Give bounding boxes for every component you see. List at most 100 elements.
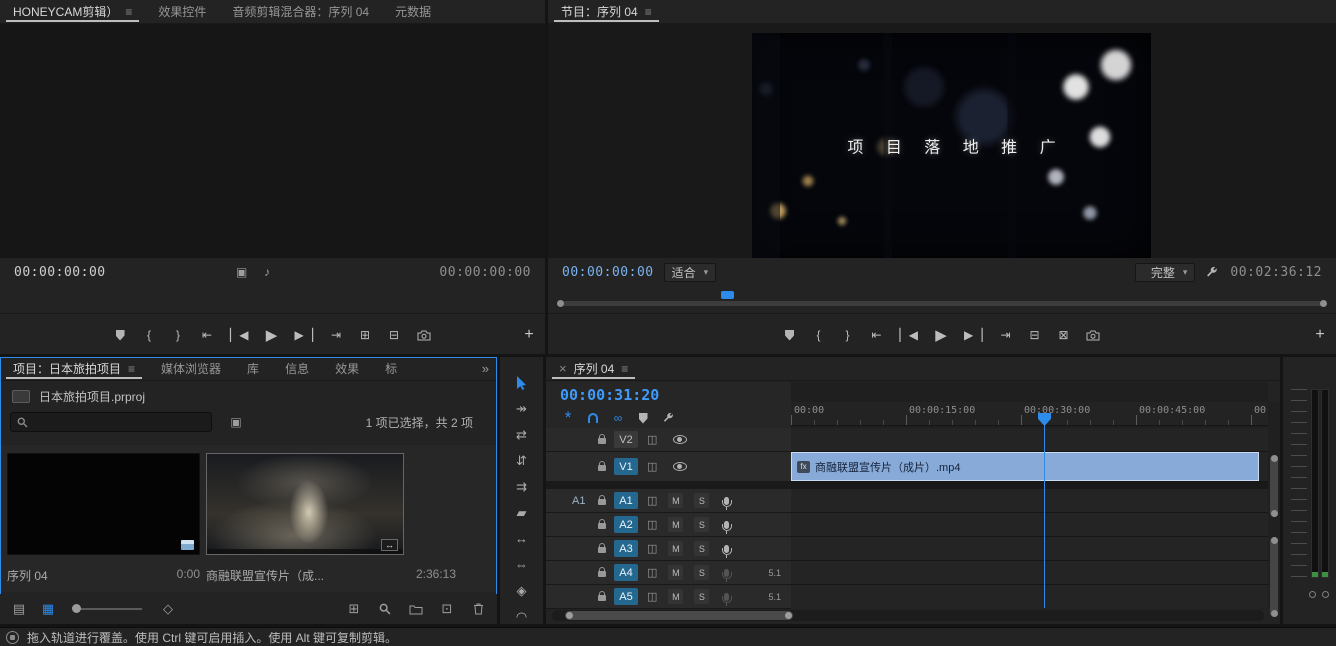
solo-button[interactable]: S	[694, 517, 709, 532]
timeline-vertical-scrollbar[interactable]	[1268, 402, 1280, 608]
new-bin-button[interactable]	[409, 604, 423, 615]
project-item-grid[interactable]: 序列 04 0:00 ↔ 商融联盟宣传片（成... 2:36:13	[1, 445, 496, 592]
eye-icon[interactable]	[673, 435, 687, 444]
lane-v1[interactable]: fx 商融联盟宣传片（成片）.mp4	[791, 452, 1268, 482]
track-header-a5[interactable]: A5 ◫ M S 5.1	[546, 585, 791, 609]
new-item-button[interactable]: ⊡	[440, 601, 454, 617]
tab-libraries[interactable]: 库	[234, 357, 272, 380]
delete-button[interactable]	[471, 603, 485, 615]
slide-tool[interactable]: ⇔	[511, 557, 533, 572]
audio-scrollbar-thumb[interactable]	[1270, 537, 1278, 617]
step-back-button[interactable]: ▏◀	[900, 325, 918, 345]
overwrite-button[interactable]: ⊟	[388, 325, 400, 345]
lane-a1[interactable]	[791, 489, 1268, 513]
video-scrollbar-thumb[interactable]	[1270, 455, 1278, 517]
step-forward-button[interactable]: ▶▕	[295, 325, 313, 345]
tab-media-browser[interactable]: 媒体浏览器	[148, 357, 234, 380]
program-zoom-scrollbar[interactable]	[560, 301, 1324, 306]
sync-lock-icon[interactable]: ◫	[647, 566, 657, 579]
mark-out-button[interactable]: }	[172, 325, 184, 345]
button-editor-button[interactable]: +	[523, 325, 535, 345]
mute-button[interactable]: M	[668, 565, 683, 580]
slip-tool[interactable]: ↔	[511, 531, 533, 546]
track-target-a2[interactable]: A2	[614, 516, 638, 533]
close-icon[interactable]: ×	[559, 361, 567, 376]
panel-menu-icon[interactable]: ≡	[621, 362, 628, 376]
lock-icon[interactable]	[598, 499, 606, 505]
pen-tool[interactable]: ◈	[511, 583, 533, 598]
project-file-row[interactable]: 日本旅拍项目.prproj	[0, 381, 497, 408]
tab-audio-clip-mixer[interactable]: 音频剪辑混合器：序列 04	[219, 0, 382, 23]
step-back-button[interactable]: ▏◀	[230, 325, 248, 345]
snap-button[interactable]	[587, 413, 599, 423]
track-target-a1[interactable]: A1	[614, 492, 638, 509]
razor-tool[interactable]: ▰	[511, 505, 533, 520]
panel-menu-icon[interactable]: ≡	[128, 362, 135, 376]
eye-icon[interactable]	[673, 462, 687, 471]
solo-button[interactable]: S	[694, 493, 709, 508]
track-header-v1[interactable]: V1 ◫	[546, 452, 791, 482]
freeform-view-button[interactable]: ◇	[161, 601, 175, 617]
scrollbar-handle-right[interactable]	[1320, 300, 1327, 307]
track-target-a4[interactable]: A4	[614, 564, 638, 581]
timeline-horizontal-scrollbar[interactable]	[552, 610, 1264, 621]
timeline-clip[interactable]: fx 商融联盟宣传片（成片）.mp4	[791, 452, 1259, 481]
lock-icon[interactable]	[598, 523, 606, 529]
list-view-button[interactable]: ▤	[12, 601, 26, 617]
lock-icon[interactable]	[598, 595, 606, 601]
insert-button[interactable]: ⊞	[359, 325, 371, 345]
mute-button[interactable]: M	[668, 541, 683, 556]
track-target-a3[interactable]: A3	[614, 540, 638, 557]
lane-v2[interactable]	[791, 428, 1268, 452]
track-target-v2[interactable]: V2	[614, 431, 638, 448]
tab-program-sequence[interactable]: 节目：序列 04 ≡	[548, 0, 665, 23]
sync-lock-icon[interactable]: ◫	[647, 433, 657, 446]
rolling-edit-tool[interactable]: ⇵	[511, 453, 533, 468]
drag-video-icon[interactable]: ▣	[236, 265, 247, 279]
add-marker-button[interactable]	[114, 325, 126, 345]
drag-audio-icon[interactable]: ♪	[264, 265, 270, 279]
go-to-in-button[interactable]: ⇤	[201, 325, 213, 345]
mute-button[interactable]: M	[668, 493, 683, 508]
track-header-v2[interactable]: V2 ◫	[546, 428, 791, 452]
lock-icon[interactable]	[598, 547, 606, 553]
voiceover-record-icon[interactable]	[724, 521, 729, 529]
tab-source-clip[interactable]: HONEYCAM剪辑） ≡	[0, 0, 145, 23]
tab-timeline-sequence[interactable]: × 序列 04 ≡	[546, 357, 641, 380]
mark-out-button[interactable]: }	[842, 325, 854, 345]
scrollbar-thumb[interactable]	[565, 611, 793, 620]
tab-info[interactable]: 信息	[272, 357, 322, 380]
program-playhead-marker[interactable]	[721, 291, 734, 299]
step-forward-button[interactable]: ▶▕	[964, 325, 982, 345]
export-frame-button[interactable]	[1086, 325, 1100, 345]
icon-view-button[interactable]: ▦	[41, 601, 55, 617]
program-mini-timeline[interactable]	[560, 290, 1324, 308]
lock-icon[interactable]	[598, 465, 606, 471]
project-item-clip[interactable]: ↔ 商融联盟宣传片（成... 2:36:13	[206, 453, 456, 584]
zoom-level-select[interactable]: 适合 ▾	[664, 263, 717, 282]
solo-button[interactable]: S	[694, 541, 709, 556]
tab-metadata[interactable]: 元数据	[382, 0, 444, 23]
search-input[interactable]	[34, 415, 205, 429]
nest-toggle-button[interactable]: *	[562, 413, 574, 423]
find-button[interactable]	[378, 603, 392, 615]
scrollbar-handle-left[interactable]	[557, 300, 564, 307]
lift-button[interactable]: ⊟	[1028, 325, 1040, 345]
panel-menu-icon[interactable]: ≡	[645, 5, 652, 19]
tab-project[interactable]: 项目：日本旅拍项目 ≡	[0, 357, 148, 380]
track-target-v1[interactable]: V1	[614, 458, 638, 475]
voiceover-record-icon[interactable]	[724, 593, 729, 601]
add-marker-button[interactable]	[784, 325, 796, 345]
search-box[interactable]	[10, 412, 212, 432]
sequence-thumbnail[interactable]	[7, 453, 200, 555]
scrub-handle-icon[interactable]: ↔	[381, 539, 398, 551]
lane-a4[interactable]	[791, 561, 1268, 585]
tab-effects[interactable]: 效果	[322, 357, 372, 380]
mute-button[interactable]: M	[668, 589, 683, 604]
thumbnail-scrubber[interactable]	[207, 549, 403, 554]
sync-lock-icon[interactable]: ◫	[647, 590, 657, 603]
solo-button[interactable]: S	[694, 565, 709, 580]
clip-thumbnail[interactable]: ↔	[206, 453, 404, 555]
track-header-a3[interactable]: A3 ◫ M S	[546, 537, 791, 561]
lock-icon[interactable]	[598, 438, 606, 444]
